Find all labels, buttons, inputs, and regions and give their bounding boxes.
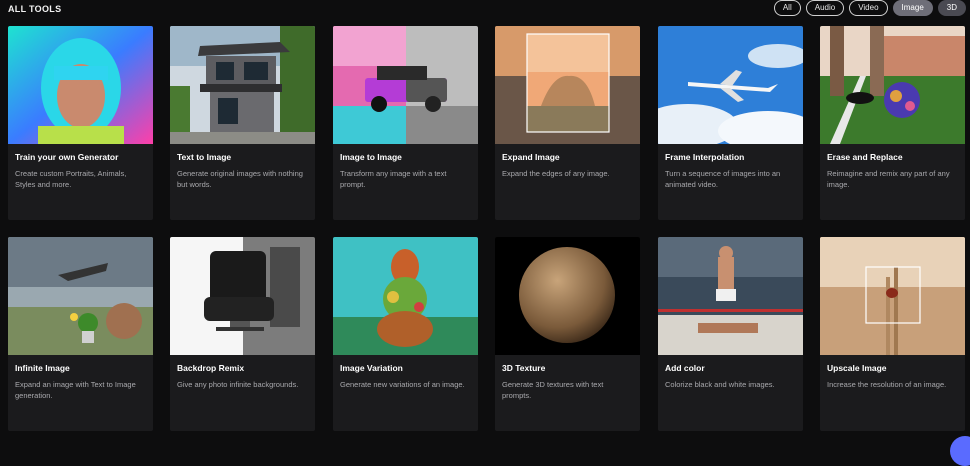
card-description: Generate new variations of an image. xyxy=(340,380,465,389)
card-title: 3D Texture xyxy=(502,363,546,373)
tool-card-expand-image[interactable]: Expand Image Expand the edges of any ima… xyxy=(495,26,640,220)
card-description: Reimagine and remix any part of any imag… xyxy=(827,169,950,189)
fantasy-thumbnail xyxy=(8,237,153,355)
card-description: Create custom Portraits, Animals, Styles… xyxy=(15,169,127,189)
filter-image[interactable]: Image xyxy=(892,0,933,16)
tool-card-upscale-image[interactable]: Upscale Image Increase the resolution of… xyxy=(820,237,965,431)
card-title: Expand Image xyxy=(502,152,560,162)
portrait-thumbnail xyxy=(8,26,153,144)
sphere-thumbnail xyxy=(495,237,640,355)
airplane-thumbnail xyxy=(658,26,803,144)
card-description: Turn a sequence of images into an animat… xyxy=(665,169,781,189)
card-title: Text to Image xyxy=(177,152,232,162)
tool-card-train-generator[interactable]: Train your own Generator Create custom P… xyxy=(8,26,153,220)
card-title: Erase and Replace xyxy=(827,152,903,162)
tool-card-text-to-image[interactable]: Text to Image Generate original images w… xyxy=(170,26,315,220)
card-title: Backdrop Remix xyxy=(177,363,245,373)
tool-card-frame-interpolation[interactable]: Frame Interpolation Turn a sequence of i… xyxy=(658,26,803,220)
card-description: Increase the resolution of an image. xyxy=(827,380,947,389)
card-title: Train your own Generator xyxy=(15,152,119,162)
tool-card-backdrop-remix[interactable]: Backdrop Remix Give any photo infinite b… xyxy=(170,237,315,431)
filter-bar: All Audio Video Image 3D xyxy=(773,0,966,16)
tool-card-infinite-image[interactable]: Infinite Image Expand an image with Text… xyxy=(8,237,153,431)
house-thumbnail xyxy=(170,26,315,144)
boxing-thumbnail xyxy=(658,237,803,355)
tool-card-erase-and-replace[interactable]: Erase and Replace Reimagine and remix an… xyxy=(820,26,965,220)
filter-video[interactable]: Video xyxy=(849,0,888,16)
soccer-thumbnail xyxy=(820,26,965,144)
page-title: ALL TOOLS xyxy=(8,4,62,14)
filter-audio[interactable]: Audio xyxy=(805,0,845,16)
floating-action-button[interactable] xyxy=(950,436,970,466)
tool-card-image-to-image[interactable]: Image to Image Transform any image with … xyxy=(333,26,478,220)
filter-all[interactable]: All xyxy=(773,0,801,16)
card-description: Colorize black and white images. xyxy=(665,380,775,389)
card-title: Frame Interpolation xyxy=(665,152,745,162)
card-title: Image to Image xyxy=(340,152,402,162)
tool-card-3d-texture[interactable]: 3D Texture Generate 3D textures with tex… xyxy=(495,237,640,431)
rock-thumbnail xyxy=(495,26,640,144)
card-title: Infinite Image xyxy=(15,363,70,373)
tool-card-image-variation[interactable]: Image Variation Generate new variations … xyxy=(333,237,478,431)
card-description: Give any photo infinite backgrounds. xyxy=(177,380,299,389)
header: ALL TOOLS All Audio Video Image 3D xyxy=(8,0,970,16)
card-description: Generate 3D textures with text prompts. xyxy=(502,380,604,400)
chair-thumbnail xyxy=(170,237,315,355)
car-thumbnail xyxy=(333,26,478,144)
ladybug-thumbnail xyxy=(820,237,965,355)
card-description: Generate original images with nothing bu… xyxy=(177,169,303,189)
card-title: Upscale Image xyxy=(827,363,887,373)
card-description: Expand the edges of any image. xyxy=(502,169,610,178)
card-title: Image Variation xyxy=(340,363,403,373)
painting-thumbnail xyxy=(333,237,478,355)
card-description: Transform any image with a text prompt. xyxy=(340,169,447,189)
filter-3d[interactable]: 3D xyxy=(937,0,966,16)
tool-card-add-color[interactable]: Add color Colorize black and white image… xyxy=(658,237,803,431)
card-title: Add color xyxy=(665,363,705,373)
card-description: Expand an image with Text to Image gener… xyxy=(15,380,136,400)
